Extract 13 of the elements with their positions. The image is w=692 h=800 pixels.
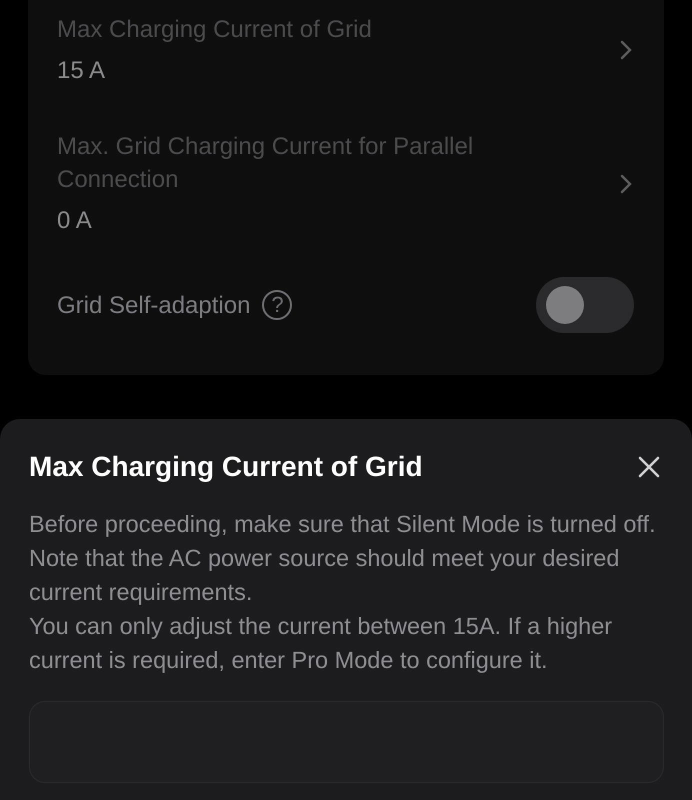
info-text: You can only adjust the current between 15A. If a higher current is required, enter Pro Mode to configure it. [29, 612, 614, 675]
info-text: Note that the AC power source should meet your desired current requirements. [29, 544, 620, 607]
chevron-right-icon[interactable] [620, 174, 632, 194]
setting-label: Max Charging Current of Grid [57, 15, 373, 45]
chevron-right-icon[interactable] [620, 40, 632, 60]
setting-value: 0 A [57, 206, 93, 236]
close-icon[interactable] [637, 455, 661, 479]
setting-value: 15 A [57, 56, 106, 86]
info-text: Before proceeding, make sure that Silent Mode is turned off. [29, 510, 657, 539]
sheet-title: Max Charging Current of Grid [29, 450, 423, 484]
setting-label: Grid Self-adaption [57, 290, 250, 320]
setting-label: Max. Grid Charging Current for Parallel Connection [57, 132, 474, 195]
help-icon[interactable]: ? [262, 290, 292, 320]
